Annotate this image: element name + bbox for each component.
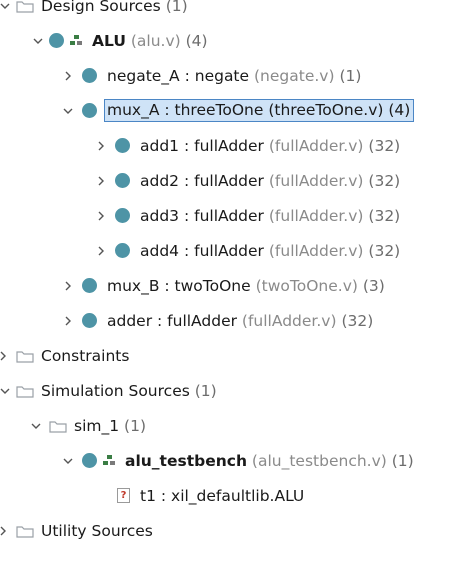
chevron-right-icon[interactable]: [94, 139, 108, 153]
chevron-down-icon[interactable]: [61, 104, 75, 118]
folder-icon: [16, 385, 34, 398]
hierarchy-icon: [103, 455, 116, 466]
add3-count: (32): [368, 206, 401, 225]
chevron-right-icon[interactable]: [61, 279, 75, 293]
alu-testbench-count: (1): [391, 451, 414, 470]
mux-b-file: (twoToOne.v): [255, 276, 358, 295]
chevron-down-icon[interactable]: [29, 419, 43, 433]
utility-sources-label: Utility Sources: [41, 521, 153, 540]
folder-icon: [16, 0, 34, 13]
chevron-down-icon[interactable]: [0, 0, 12, 13]
alu-testbench-name: alu_testbench: [125, 451, 247, 470]
adder-count: (32): [341, 311, 374, 330]
add1-count: (32): [368, 136, 401, 155]
negate-a-name: negate_A : negate: [107, 66, 250, 85]
chevron-right-icon[interactable]: [0, 524, 10, 538]
add2-name: add2 : fullAdder: [140, 171, 264, 190]
module-dot-icon: [82, 313, 97, 328]
module-dot-icon: [115, 173, 130, 188]
module-dot-icon: [115, 208, 130, 223]
add1-name: add1 : fullAdder: [140, 136, 264, 155]
module-dot-icon: [82, 278, 97, 293]
chevron-right-icon[interactable]: [61, 314, 75, 328]
simulation-sources-label: Simulation Sources: [41, 381, 190, 400]
negate-a-count: (1): [339, 66, 362, 85]
alu-testbench-file: (alu_testbench.v): [251, 451, 387, 470]
add4-file: (fullAdder.v): [268, 241, 364, 260]
chevron-down-icon[interactable]: [61, 454, 75, 468]
add4-count: (32): [368, 241, 401, 260]
folder-icon: [16, 525, 34, 538]
add3-file: (fullAdder.v): [268, 206, 364, 225]
module-dot-icon: [115, 138, 130, 153]
tree-label: ALU (alu.v) (4): [92, 32, 208, 50]
chevron-right-icon[interactable]: [94, 209, 108, 223]
tree-label: mux_B : twoToOne (twoToOne.v) (3): [107, 277, 385, 295]
module-dot-icon: [82, 453, 97, 468]
module-dot-icon: [82, 68, 97, 83]
chevron-right-icon[interactable]: [94, 174, 108, 188]
negate-a-file: (negate.v): [254, 66, 335, 85]
tree-label: add1 : fullAdder (fullAdder.v) (32): [140, 137, 400, 155]
adder-name: adder : fullAdder: [107, 311, 237, 330]
tree-label: Simulation Sources (1): [41, 382, 217, 400]
add3-name: add3 : fullAdder: [140, 206, 264, 225]
t1-name: t1 : xil_defaultlib.ALU: [140, 486, 305, 505]
tree-label: add3 : fullAdder (fullAdder.v) (32): [140, 207, 400, 225]
folder-icon: [49, 420, 67, 433]
mux-a-file: (threeToOne.v): [268, 101, 384, 119]
folder-icon: [16, 350, 34, 363]
mux-a-name: mux_A : threeToOne: [107, 101, 264, 119]
chevron-down-icon[interactable]: [0, 384, 12, 398]
module-dot-icon: [82, 103, 97, 118]
module-dot-icon: [115, 243, 130, 258]
design-sources-count: (1): [165, 0, 188, 15]
tree-label: Constraints: [41, 347, 129, 365]
tree-label: alu_testbench (alu_testbench.v) (1): [125, 452, 414, 470]
tree-label: sim_1 (1): [74, 417, 146, 435]
constraints-label: Constraints: [41, 346, 130, 365]
add2-count: (32): [368, 171, 401, 190]
unknown-file-icon: ?: [117, 488, 130, 503]
add4-name: add4 : fullAdder: [140, 241, 264, 260]
design-sources-label: Design Sources: [41, 0, 161, 15]
chevron-right-icon[interactable]: [94, 244, 108, 258]
add1-file: (fullAdder.v): [268, 136, 364, 155]
mux-b-count: (3): [362, 276, 385, 295]
tree-label: negate_A : negate (negate.v) (1): [107, 67, 361, 85]
tree-label: Design Sources (1): [41, 0, 188, 15]
adder-file: (fullAdder.v): [241, 311, 337, 330]
tree-label: add2 : fullAdder (fullAdder.v) (32): [140, 172, 400, 190]
tree-label: add4 : fullAdder (fullAdder.v) (32): [140, 242, 400, 260]
tree-label: adder : fullAdder (fullAdder.v) (32): [107, 312, 373, 330]
module-dot-icon: [49, 33, 64, 48]
chevron-down-icon[interactable]: [31, 34, 45, 48]
sim-1-label: sim_1: [74, 416, 120, 435]
alu-file: (alu.v): [130, 31, 181, 50]
add2-file: (fullAdder.v): [268, 171, 364, 190]
tree-label: Utility Sources: [41, 522, 153, 540]
sim-1-count: (1): [124, 416, 146, 435]
hierarchy-icon: [70, 35, 83, 46]
chevron-right-icon[interactable]: [61, 69, 75, 83]
alu-count: (4): [185, 31, 208, 50]
mux-b-name: mux_B : twoToOne: [107, 276, 251, 295]
tree-label: t1 : xil_defaultlib.ALU: [140, 487, 304, 505]
mux-a-count: (4): [388, 101, 411, 119]
simulation-sources-count: (1): [194, 381, 217, 400]
tree-label-selected: mux_A : threeToOne (threeToOne.v) (4): [104, 99, 415, 122]
chevron-right-icon[interactable]: [0, 349, 10, 363]
alu-name: ALU: [92, 31, 126, 50]
